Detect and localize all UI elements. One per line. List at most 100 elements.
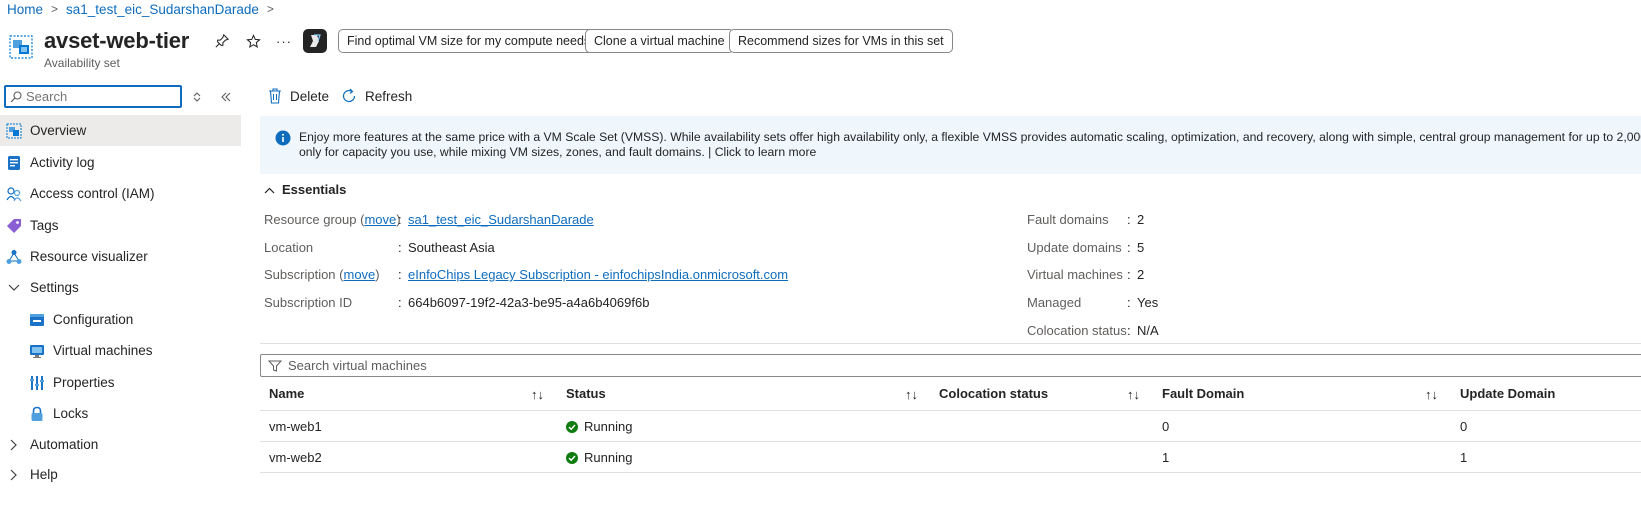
move-resource-group-link[interactable]: move (364, 212, 396, 227)
sidebar-group-settings[interactable]: Settings (0, 272, 241, 303)
vm-search[interactable] (260, 354, 1641, 377)
sidebar-item-tags[interactable]: Tags (0, 210, 241, 241)
column-header-update-domain[interactable]: Update Domain (1460, 386, 1555, 401)
visualizer-icon (6, 249, 22, 265)
sidebar-item-activity-log[interactable]: Activity log (0, 147, 241, 178)
collapse-sidebar-icon[interactable] (217, 88, 235, 106)
trash-icon (269, 88, 281, 104)
sidebar-item-overview[interactable]: Overview (0, 115, 241, 146)
colon: : (1127, 295, 1131, 310)
colocation-status-value: N/A (1137, 323, 1159, 338)
subscription-value[interactable]: eInfoChips Legacy Subscription - einfoch… (408, 267, 788, 282)
sidebar-item-resource-visualizer[interactable]: Resource visualizer (0, 241, 241, 272)
sidebar-item-configuration[interactable]: Configuration (0, 304, 241, 335)
sidebar-item-label: Settings (30, 280, 79, 295)
star-icon[interactable] (242, 30, 264, 52)
sidebar-search-input[interactable] (26, 89, 174, 104)
sidebar-item-label: Resource visualizer (30, 249, 148, 264)
availability-set-icon (9, 35, 33, 59)
vm-status-cell: Running (566, 450, 632, 465)
sort-icon[interactable]: ↑↓ (531, 387, 544, 402)
expand-collapse-icon[interactable] (188, 88, 206, 106)
sidebar-item-access-control[interactable]: Access control (IAM) (0, 178, 241, 209)
sidebar-item-locks[interactable]: Locks (0, 398, 241, 429)
sidebar-item-label: Access control (IAM) (30, 186, 155, 201)
sort-icon[interactable]: ↑↓ (905, 387, 918, 402)
recommend-sizes-button[interactable]: Recommend sizes for VMs in this set (729, 29, 953, 53)
colon: : (398, 267, 402, 282)
vm-update-domain-cell: 0 (1460, 419, 1468, 434)
breadcrumb-home-link[interactable]: Home (7, 2, 43, 17)
location-label: Location (264, 240, 314, 255)
pin-icon[interactable] (211, 30, 233, 52)
refresh-button[interactable]: Refresh (341, 86, 412, 106)
more-options-icon[interactable]: ··· (273, 30, 295, 52)
success-check-icon (566, 420, 578, 433)
vm-search-input[interactable] (288, 358, 688, 373)
delete-label: Delete (290, 88, 330, 104)
sidebar-item-properties[interactable]: Properties (0, 367, 241, 398)
banner-message: Enjoy more features at the same price wi… (299, 130, 1641, 159)
vm-name-cell[interactable]: vm-web2 (269, 450, 322, 465)
move-subscription-link[interactable]: move (344, 267, 376, 282)
sort-icon[interactable]: ↑↓ (1425, 387, 1438, 402)
vm-name-cell[interactable]: vm-web1 (269, 419, 322, 434)
resource-group-label: Resource group (move) (264, 212, 401, 227)
page-subtitle: Availability set (44, 56, 120, 70)
column-header-fault-domain[interactable]: Fault Domain (1162, 386, 1244, 401)
essentials-divider (260, 343, 1641, 344)
update-domains-label: Update domains (1027, 240, 1122, 255)
sort-icon[interactable]: ↑↓ (1127, 387, 1140, 402)
sidebar-item-label: Automation (30, 437, 99, 452)
colon: : (398, 295, 402, 310)
filter-icon (268, 360, 282, 372)
sidebar-group-help[interactable]: Help (0, 459, 241, 490)
colon: : (1127, 212, 1131, 227)
refresh-icon (342, 88, 356, 103)
essentials-toggle[interactable]: Essentials (264, 182, 346, 197)
colon: : (1127, 267, 1131, 282)
monitor-icon (29, 343, 45, 359)
properties-icon (29, 375, 45, 391)
sidebar-group-automation[interactable]: Automation (0, 429, 241, 460)
find-optimal-vm-size-button[interactable]: Find optimal VM size for my compute need… (338, 29, 600, 53)
breadcrumb-resource-group-link[interactable]: sa1_test_eic_SudarshanDarade (66, 2, 259, 17)
refresh-label: Refresh (365, 88, 413, 104)
overview-icon (6, 123, 22, 139)
vm-status-cell: Running (566, 419, 632, 434)
chevron-right-icon (6, 467, 22, 483)
info-icon (275, 130, 291, 146)
colon: : (398, 212, 402, 227)
copilot-button[interactable] (303, 29, 327, 53)
sidebar-item-label: Activity log (30, 155, 95, 170)
colon: : (1127, 240, 1131, 255)
sidebar-item-label: Configuration (53, 312, 134, 327)
location-value: Southeast Asia (408, 240, 495, 255)
subscription-id-value: 664b6097-19f2-42a3-be95-a4a6b4069f6b (408, 295, 650, 310)
configuration-icon (29, 312, 45, 328)
resource-group-value[interactable]: sa1_test_eic_SudarshanDarade (408, 212, 594, 227)
colon: : (1127, 323, 1131, 338)
column-header-status[interactable]: Status (566, 386, 606, 401)
tag-icon (6, 218, 22, 234)
column-header-name[interactable]: Name (269, 386, 304, 401)
sidebar-item-label: Tags (30, 218, 59, 233)
colocation-status-label: Colocation status (1027, 323, 1127, 338)
sidebar-search[interactable] (4, 85, 182, 108)
page-title: avset-web-tier (44, 28, 190, 53)
sidebar-item-label: Overview (30, 123, 87, 138)
activity-log-icon (6, 155, 22, 171)
sidebar-item-label: Properties (53, 375, 115, 390)
virtual-machines-label: Virtual machines (1027, 267, 1123, 282)
table-row-divider (260, 441, 1641, 442)
update-domains-value: 5 (1137, 240, 1145, 255)
search-icon (10, 90, 22, 102)
colon: : (398, 240, 402, 255)
column-header-colocation-status[interactable]: Colocation status (939, 386, 1048, 401)
sidebar-item-virtual-machines[interactable]: Virtual machines (0, 335, 241, 366)
banner-line-2[interactable]: only for capacity you use, while mixing … (299, 145, 1641, 160)
table-row-divider (260, 472, 1641, 473)
delete-button[interactable]: Delete (268, 86, 329, 106)
iam-icon (6, 186, 22, 202)
clone-vm-button[interactable]: Clone a virtual machine (585, 29, 734, 53)
